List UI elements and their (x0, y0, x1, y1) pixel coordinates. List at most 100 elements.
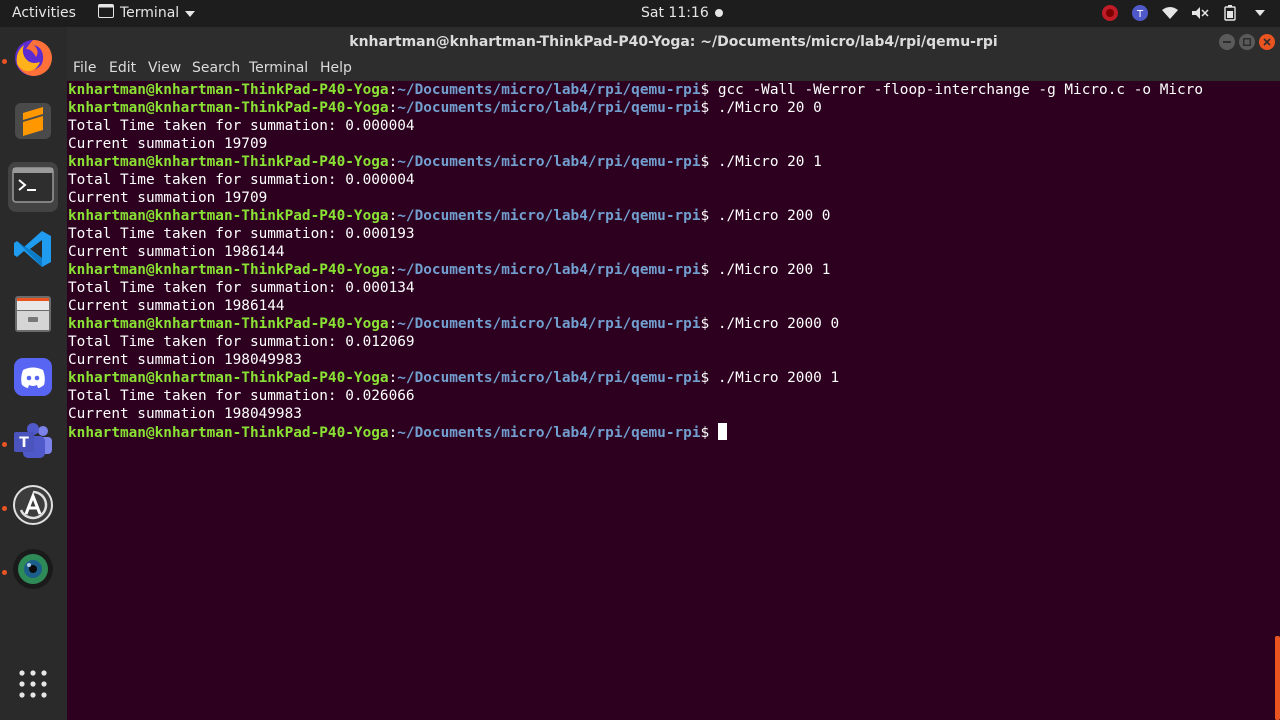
record-indicator-icon[interactable] (1100, 3, 1120, 23)
prompt-symbol: $ (700, 208, 710, 224)
prompt-line: knhartman@knhartman-ThinkPad-P40-Yoga:~/… (68, 153, 1203, 171)
terminal-icon (12, 167, 54, 207)
teams-icon: T (11, 419, 55, 467)
prompt-path: ~/Documents/micro/lab4/rpi/qemu-rpi (397, 316, 701, 332)
dock-item-software-updater[interactable] (8, 482, 58, 532)
output-line: Total Time taken for summation: 0.000004 (68, 118, 415, 134)
software-updater-icon (12, 484, 54, 530)
app-menu[interactable]: Terminal (98, 4, 196, 22)
prompt-path: ~/Documents/micro/lab4/rpi/qemu-rpi (397, 425, 701, 441)
show-apps-icon (17, 668, 49, 704)
window-title: knhartman@knhartman-ThinkPad-P40-Yoga: ~… (349, 34, 998, 50)
close-button[interactable] (1259, 34, 1275, 50)
output-line: Total Time taken for summation: 0.000193 (68, 226, 415, 242)
menu-search[interactable]: Search (192, 60, 240, 76)
notification-dot-icon (714, 9, 723, 17)
prompt-symbol: $ (700, 262, 710, 278)
volume-muted-icon[interactable] (1190, 3, 1210, 23)
prompt-separator: : (388, 82, 398, 98)
running-indicator (2, 442, 7, 447)
menu-help[interactable]: Help (320, 60, 352, 76)
battery-icon[interactable] (1220, 3, 1240, 23)
dock-item-files[interactable] (8, 290, 58, 340)
webcam-icon (11, 547, 55, 595)
terminal-area[interactable]: knhartman@knhartman-ThinkPad-P40-Yoga:~/… (67, 81, 1280, 720)
prompt-symbol: $ (700, 154, 710, 170)
menu-bar: File Edit View Search Terminal Help (67, 57, 1280, 81)
command-text: ./Micro 2000 0 (709, 316, 840, 332)
prompt-line: knhartman@knhartman-ThinkPad-P40-Yoga:~/… (68, 315, 1203, 333)
prompt-separator: : (388, 154, 398, 170)
text-cursor (717, 423, 727, 440)
wifi-icon[interactable] (1160, 3, 1180, 23)
prompt-user-host: knhartman@knhartman-ThinkPad-P40-Yoga (68, 208, 389, 224)
menu-edit[interactable]: Edit (109, 60, 136, 76)
svg-text:T: T (1136, 9, 1144, 20)
prompt-separator: : (388, 262, 398, 278)
dock-item-discord[interactable] (8, 354, 58, 404)
output-line: Current summation 198049983 (68, 352, 302, 368)
activities-button[interactable]: Activities (12, 5, 76, 21)
minimize-button[interactable] (1219, 34, 1235, 50)
prompt-path: ~/Documents/micro/lab4/rpi/qemu-rpi (397, 100, 701, 116)
scrollbar[interactable] (1275, 636, 1280, 720)
prompt-symbol: $ (700, 82, 710, 98)
output-line: Current summation 19709 (68, 190, 268, 206)
prompt-user-host: knhartman@knhartman-ThinkPad-P40-Yoga (68, 154, 389, 170)
prompt-symbol: $ (700, 370, 710, 386)
prompt-separator: : (388, 370, 398, 386)
prompt-line: knhartman@knhartman-ThinkPad-P40-Yoga:~/… (68, 99, 1203, 117)
running-indicator (2, 59, 7, 64)
clock-label: Sat 11:16 (641, 5, 709, 21)
menu-file[interactable]: File (73, 60, 96, 76)
dock-item-sublime[interactable] (8, 98, 58, 148)
prompt-path: ~/Documents/micro/lab4/rpi/qemu-rpi (397, 154, 701, 170)
terminal-output: knhartman@knhartman-ThinkPad-P40-Yoga:~/… (68, 81, 1203, 441)
dock-item-show-apps[interactable] (8, 661, 58, 711)
prompt-path: ~/Documents/micro/lab4/rpi/qemu-rpi (397, 208, 701, 224)
output-line: Total Time taken for summation: 0.000004 (68, 172, 415, 188)
menu-terminal[interactable]: Terminal (249, 60, 308, 76)
menu-view[interactable]: View (148, 60, 181, 76)
svg-text:T: T (19, 435, 29, 451)
command-text: ./Micro 20 1 (709, 154, 822, 170)
prompt-separator: : (388, 425, 398, 441)
running-indicator (2, 506, 7, 511)
vscode-icon (12, 228, 54, 274)
output-line: Total Time taken for summation: 0.026066 (68, 388, 415, 404)
prompt-line: knhartman@knhartman-ThinkPad-P40-Yoga:~/… (68, 423, 1203, 441)
prompt-user-host: knhartman@knhartman-ThinkPad-P40-Yoga (68, 370, 389, 386)
prompt-line: knhartman@knhartman-ThinkPad-P40-Yoga:~/… (68, 369, 1203, 387)
prompt-separator: : (388, 316, 398, 332)
prompt-line: knhartman@knhartman-ThinkPad-P40-Yoga:~/… (68, 207, 1203, 225)
prompt-user-host: knhartman@knhartman-ThinkPad-P40-Yoga (68, 262, 389, 278)
chevron-down-icon[interactable] (1250, 3, 1270, 23)
command-text: ./Micro 2000 1 (709, 370, 840, 386)
command-text: ./Micro 200 0 (709, 208, 831, 224)
sublime-text-icon (13, 101, 53, 145)
terminal-app-icon (98, 4, 114, 22)
dock-item-teams[interactable]: T (8, 418, 58, 468)
output-line: Current summation 19709 (68, 136, 268, 152)
chevron-down-icon (185, 5, 196, 21)
teams-tray-icon[interactable]: T (1130, 3, 1150, 23)
dock-item-terminal[interactable] (8, 162, 58, 212)
dock-item-vscode[interactable] (8, 226, 58, 276)
dock-item-webcam[interactable] (8, 546, 58, 596)
prompt-path: ~/Documents/micro/lab4/rpi/qemu-rpi (397, 82, 701, 98)
clock[interactable]: Sat 11:16 (641, 5, 723, 21)
prompt-symbol: $ (700, 100, 710, 116)
prompt-line: knhartman@knhartman-ThinkPad-P40-Yoga:~/… (68, 81, 1203, 99)
output-line: Current summation 1986144 (68, 298, 285, 314)
prompt-user-host: knhartman@knhartman-ThinkPad-P40-Yoga (68, 82, 389, 98)
output-line: Total Time taken for summation: 0.000134 (68, 280, 415, 296)
command-text (709, 425, 718, 441)
maximize-button[interactable] (1239, 34, 1255, 50)
app-menu-label: Terminal (120, 5, 180, 21)
prompt-user-host: knhartman@knhartman-ThinkPad-P40-Yoga (68, 425, 389, 441)
window-titlebar[interactable]: knhartman@knhartman-ThinkPad-P40-Yoga: ~… (67, 27, 1280, 57)
discord-icon (12, 356, 54, 402)
dock-item-firefox[interactable] (8, 35, 58, 85)
prompt-symbol: $ (700, 316, 710, 332)
prompt-user-host: knhartman@knhartman-ThinkPad-P40-Yoga (68, 316, 389, 332)
